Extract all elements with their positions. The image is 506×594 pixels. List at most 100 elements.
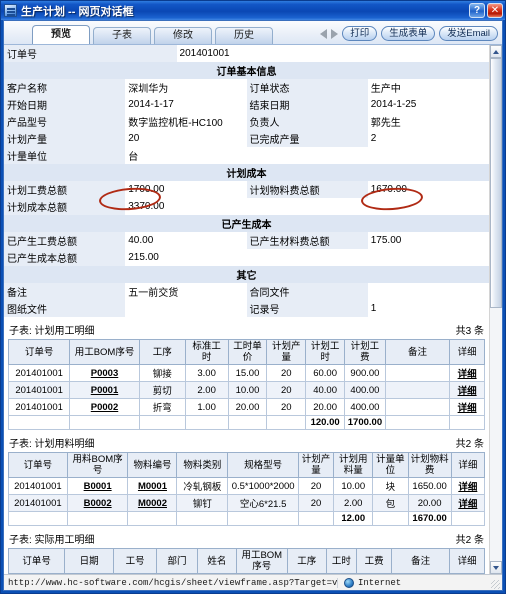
table-cell[interactable]: P0001 — [69, 381, 140, 399]
summary-cell — [184, 415, 229, 430]
info-value: 生产中 — [367, 79, 489, 96]
table-cell[interactable]: P0003 — [69, 364, 140, 382]
resize-grip[interactable] — [488, 576, 502, 590]
info-row: 图纸文件 记录号 1 — [4, 300, 489, 317]
detail-link[interactable]: 详细 — [458, 369, 477, 380]
info-label — [246, 198, 368, 215]
print-button[interactable]: 打印 — [342, 26, 378, 41]
info-label: 已产生工费总额 — [4, 232, 126, 249]
summary-cell — [66, 511, 129, 526]
subtable-header: 子表: 计划用料明细 共2 条 — [8, 434, 485, 452]
table-row[interactable]: 201401001 B0001 M0001 冷轧钢板 0.5*1000*2000 20 10… — [8, 477, 486, 495]
table-cell[interactable]: 详细 — [450, 477, 486, 495]
send-email-button[interactable]: 发送Email — [439, 26, 498, 41]
column-header: 物料编号 — [127, 452, 178, 478]
info-label: 计量单位 — [4, 147, 126, 164]
info-value: 215.00 — [125, 249, 247, 266]
bom-link[interactable]: B0002 — [84, 498, 112, 509]
table-cell[interactable]: B0001 — [66, 477, 129, 495]
dialog-client-area: 预览 子表 修改 历史 打印 生成表单 发送Email 订单号 20140100… — [3, 20, 503, 591]
tab-bar: 预览 子表 修改 历史 — [32, 25, 273, 44]
column-header: 详细 — [449, 548, 485, 574]
chevron-down-icon — [493, 565, 499, 570]
table-row[interactable]: 201401001 P0003 铆接 3.00 15.00 20 60.00 900.00 详… — [7, 364, 485, 382]
scroll-up-button[interactable] — [490, 45, 502, 58]
window-buttons: ? ✕ — [469, 3, 503, 18]
summary-cell: 120.00 — [305, 415, 346, 430]
table-cell — [384, 364, 451, 382]
bom-link[interactable]: P0003 — [91, 368, 118, 379]
section-other-info: 其它 备注 五一前交货 合同文件 图纸文件 记录号 1 — [4, 266, 489, 317]
bom-link[interactable]: M0002 — [138, 498, 167, 509]
table-cell: 20 — [266, 398, 307, 416]
column-header: 计划产量 — [266, 339, 307, 365]
table-cell: 20 — [297, 477, 335, 495]
table-cell[interactable]: 详细 — [449, 398, 485, 416]
table-cell[interactable]: B0002 — [66, 494, 129, 512]
bom-link[interactable]: P0002 — [91, 402, 118, 413]
bom-link[interactable]: M0001 — [138, 481, 167, 492]
table-cell: 1650.00 — [407, 477, 452, 495]
status-url: http://www.hc-software.com/hcgis/sheet/v… — [4, 577, 338, 588]
table-cell: 900.00 — [344, 364, 386, 382]
table-row[interactable]: 201401001 P0002 折弯 1.00 20.00 20 20.00 400.00 详… — [7, 398, 485, 416]
bom-link[interactable]: P0001 — [91, 385, 118, 396]
summary-row: 120.00 1700.00 — [7, 415, 485, 430]
tab-modify[interactable]: 修改 — [154, 27, 212, 44]
summary-row: 12.00 1670.00 — [8, 511, 486, 526]
detail-link[interactable]: 详细 — [458, 482, 477, 493]
table-cell[interactable]: 详细 — [450, 494, 486, 512]
subtable-count: 共2 条 — [455, 535, 484, 546]
column-header: 订单号 — [7, 548, 66, 574]
scrollbar-thumb[interactable] — [490, 58, 502, 308]
status-zone: Internet — [338, 577, 488, 588]
table-cell: 201401001 — [7, 398, 71, 416]
table-cell[interactable]: 详细 — [449, 364, 485, 382]
close-button[interactable]: ✕ — [487, 3, 503, 18]
info-value: 1 — [367, 300, 489, 317]
table-cell[interactable]: P0002 — [69, 398, 140, 416]
table-cell: 空心6*21.5 — [227, 494, 299, 512]
table-row[interactable]: 201401001 P0001 剪切 2.00 10.00 20 40.00 400.00 详… — [7, 381, 485, 399]
record-content: 订单号 201401001 订单基本信息 客户名称 深圳华为 订单状态 生产中 开始日期 2… — [4, 45, 489, 574]
info-label: 结束日期 — [246, 96, 368, 113]
chevron-up-icon — [493, 49, 499, 54]
info-label: 已完成产量 — [246, 130, 368, 147]
info-label: 计划物料费总额 — [246, 181, 368, 198]
detail-link[interactable]: 详细 — [458, 386, 477, 397]
toolbar-actions: 打印 生成表单 发送Email — [320, 26, 498, 44]
summary-cell — [384, 415, 451, 430]
table-cell[interactable]: 详细 — [449, 381, 485, 399]
info-row: 计划产量 20 已完成产量 2 — [4, 130, 489, 147]
section-planned-cost: 计划成本 计划工费总额 1700.00 计划物料费总额 1670.00 计划成本总额 337… — [4, 164, 489, 215]
summary-cell — [266, 415, 307, 430]
table-row[interactable]: 201401001 B0002 M0002 铆钉 空心6*21.5 20 2.00 包 20.0… — [8, 494, 486, 512]
generate-form-button[interactable]: 生成表单 — [381, 26, 436, 41]
subtable-count: 共3 条 — [455, 326, 484, 337]
detail-link[interactable]: 详细 — [458, 499, 477, 510]
table-cell[interactable]: M0001 — [127, 477, 178, 495]
prev-record-icon[interactable] — [320, 28, 328, 39]
scrollbar-track[interactable] — [490, 58, 502, 561]
detail-link[interactable]: 详细 — [458, 403, 477, 414]
table-cell: 201401001 — [7, 364, 71, 382]
tab-history[interactable]: 历史 — [215, 27, 273, 44]
table-cell[interactable]: M0002 — [127, 494, 178, 512]
help-button[interactable]: ? — [469, 3, 485, 18]
summary-cell — [138, 415, 186, 430]
scroll-down-button[interactable] — [490, 561, 502, 574]
section-header-actual-cost: 已产生成本 — [4, 215, 489, 232]
tab-preview[interactable]: 预览 — [32, 25, 90, 44]
info-value: 五一前交货 — [125, 283, 247, 300]
table-cell: 铆接 — [138, 364, 186, 382]
table-cell: 铆钉 — [176, 494, 229, 512]
next-record-icon[interactable] — [331, 28, 339, 39]
column-header: 用料BOM序号 — [66, 452, 129, 478]
column-header: 详细 — [450, 452, 486, 478]
internet-globe-icon — [344, 577, 354, 588]
vertical-scrollbar[interactable] — [489, 45, 502, 574]
tab-subtable[interactable]: 子表 — [93, 27, 151, 44]
info-value: 台 — [125, 147, 247, 164]
info-label: 已产生成本总额 — [4, 249, 126, 266]
bom-link[interactable]: B0001 — [84, 481, 112, 492]
